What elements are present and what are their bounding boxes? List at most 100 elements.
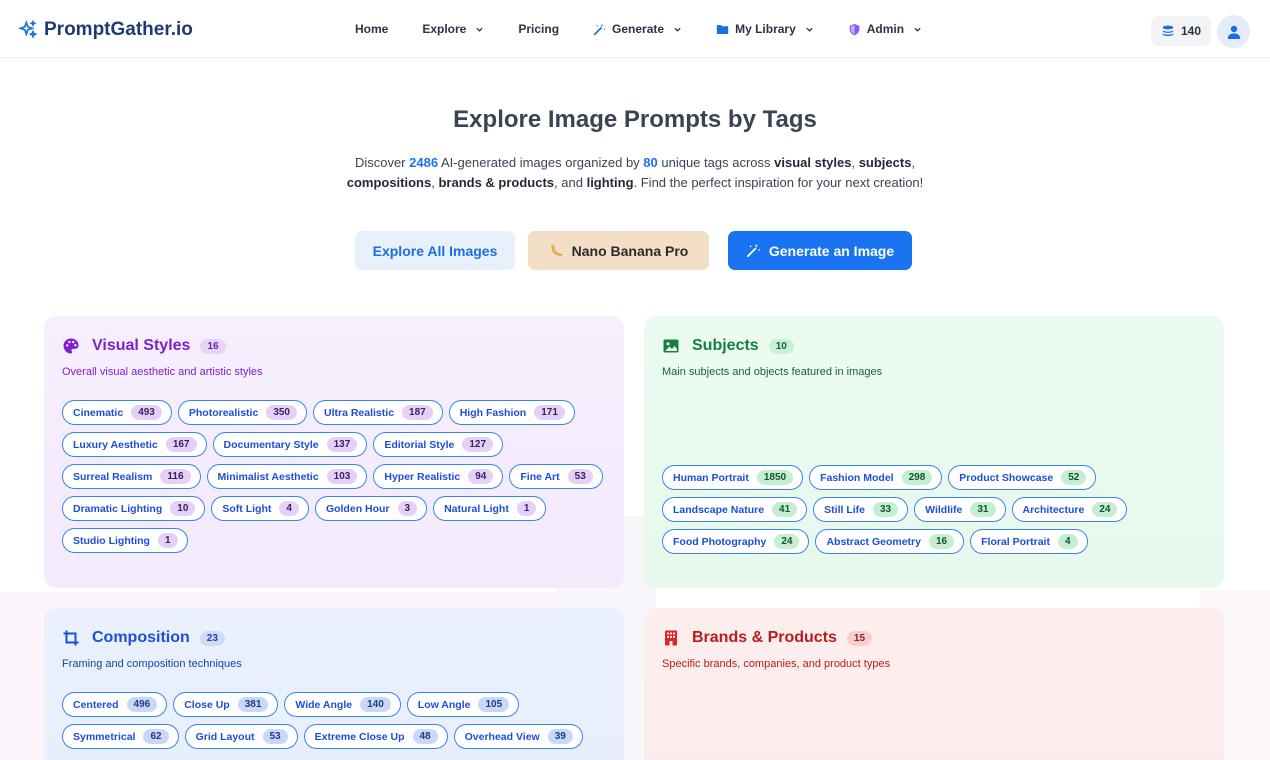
tag-count: 1	[157, 533, 178, 548]
tag-chip[interactable]: Symmetrical 62	[62, 724, 179, 749]
nav-home[interactable]: Home	[355, 22, 388, 36]
tag-chip[interactable]: Surreal Realism 116	[62, 464, 201, 489]
tag-chip[interactable]: Dramatic Lighting 10	[62, 496, 206, 521]
tag-count: 350	[266, 405, 297, 420]
nano-banana-pro-button[interactable]: Nano Banana Pro	[528, 231, 709, 270]
tag-count: 53	[567, 469, 593, 484]
tag-count: 24	[774, 534, 800, 549]
tag-list: Human Portrait 1850 Fashion Model 298 Prod…	[662, 465, 1162, 554]
shield-icon	[849, 23, 860, 35]
tag-count: 1850	[756, 470, 794, 485]
tag-chip[interactable]: Abstract Geometry 16	[815, 529, 965, 554]
tag-chip[interactable]: Close Up 381	[173, 692, 279, 717]
tag-chip[interactable]: Editorial Style 127	[373, 432, 504, 457]
category-header: Brands & Products 15	[662, 629, 873, 647]
tag-count: 1	[516, 501, 537, 516]
palette-icon	[63, 338, 79, 354]
category-card-subjects: Subjects 10 Main subjects and objects fe…	[644, 316, 1224, 588]
tag-label: Food Photography	[673, 535, 767, 548]
tag-chip[interactable]: High Fashion 171	[448, 400, 575, 425]
tag-chip[interactable]: Centered 496	[62, 692, 168, 717]
tag-chip[interactable]: Hyper Realistic 94	[373, 464, 504, 489]
tag-chip[interactable]: Studio Lighting 1	[62, 528, 188, 553]
nav-explore[interactable]: Explore	[422, 22, 484, 36]
tag-chip[interactable]: Documentary Style 137	[212, 432, 368, 457]
tag-chip[interactable]: Cinematic 493	[62, 400, 172, 425]
tag-chip[interactable]: Fine Art 53	[509, 464, 603, 489]
category-header: Visual Styles 16	[62, 337, 226, 355]
category-description: Framing and composition techniques	[62, 658, 242, 670]
tag-chip[interactable]: Wide Angle 140	[284, 692, 401, 717]
tag-label: Close Up	[184, 698, 230, 711]
tag-chip[interactable]: Grid Layout 53	[184, 724, 298, 749]
category-count-badge: 23	[199, 630, 225, 646]
user-avatar-button[interactable]	[1217, 15, 1250, 48]
category-card-composition: Composition 23 Framing and composition t…	[44, 608, 624, 760]
crop-icon	[63, 630, 79, 646]
tag-label: Cinematic	[73, 406, 124, 419]
tag-chip[interactable]: Still Life 33	[813, 497, 909, 522]
tag-count: 52	[1061, 470, 1087, 485]
tag-chip[interactable]: Ultra Realistic 187	[313, 400, 443, 425]
tag-label: Natural Light	[444, 502, 509, 515]
generate-image-label: Generate an Image	[768, 242, 895, 259]
nav-generate[interactable]: Generate	[593, 22, 682, 36]
nav-my-library[interactable]: My Library	[716, 22, 814, 36]
tag-label: Abstract Geometry	[826, 535, 921, 548]
nav-pricing[interactable]: Pricing	[518, 22, 559, 36]
tag-label: Overhead View	[464, 730, 540, 743]
tag-chip[interactable]: Product Showcase 52	[948, 465, 1097, 490]
tag-chip[interactable]: Floral Portrait 4	[970, 529, 1088, 554]
tag-chip[interactable]: Low Angle 105	[406, 692, 520, 717]
tag-chip[interactable]: Soft Light 4	[211, 496, 309, 521]
tag-count: 48	[412, 729, 438, 744]
tag-chip[interactable]: Architecture 24	[1011, 497, 1128, 522]
chevron-down-icon	[806, 27, 813, 32]
tag-chip[interactable]: Golden Hour 3	[314, 496, 428, 521]
tag-count: 137	[326, 437, 358, 452]
banana-icon	[551, 245, 563, 256]
category-title: Visual Styles	[92, 337, 191, 354]
tag-count: 41	[772, 502, 798, 517]
tag-chip[interactable]: Fashion Model 298	[809, 465, 943, 490]
site-logo[interactable]: PromptGather.io	[18, 19, 193, 41]
images-count: 2486	[409, 155, 439, 170]
tag-chip[interactable]: Human Portrait 1850	[662, 465, 804, 490]
chevron-down-icon	[674, 27, 681, 32]
credits-badge[interactable]: 140	[1151, 16, 1211, 46]
explore-all-images-label: Explore All Images	[372, 242, 498, 259]
tag-chip[interactable]: Landscape Nature 41	[662, 497, 808, 522]
category-title: Composition	[92, 629, 190, 646]
tag-count: 171	[534, 405, 565, 420]
nav-pricing-label: Pricing	[518, 22, 560, 36]
tag-count: 187	[402, 405, 433, 420]
generate-image-button[interactable]: Generate an Image	[728, 231, 912, 270]
tag-chip[interactable]: Photorealistic 350	[177, 400, 307, 425]
tag-chip[interactable]: Minimalist Aesthetic 103	[206, 464, 368, 489]
nav-explore-label: Explore	[422, 22, 467, 36]
tag-count: 116	[160, 469, 191, 484]
tag-label: Documentary Style	[223, 438, 319, 451]
nav-admin[interactable]: Admin	[848, 22, 922, 36]
tag-count: 298	[901, 470, 933, 485]
user-icon	[1227, 25, 1240, 39]
tag-label: Wildlife	[925, 503, 963, 516]
tag-count: 94	[468, 469, 494, 484]
category-description: Overall visual aesthetic and artistic st…	[62, 366, 263, 378]
tag-chip[interactable]: Luxury Aesthetic 167	[62, 432, 207, 457]
tag-label: Soft Light	[222, 502, 272, 515]
category-card-visual-styles: Visual Styles 16 Overall visual aestheti…	[44, 316, 624, 588]
tag-chip[interactable]: Food Photography 24	[662, 529, 810, 554]
tag-chip[interactable]: Wildlife 31	[914, 497, 1006, 522]
tag-label: Floral Portrait	[981, 535, 1050, 548]
tag-chip[interactable]: Overhead View 39	[453, 724, 583, 749]
category-card-brands-products: Brands & Products 15 Specific brands, co…	[644, 608, 1224, 760]
nav-generate-label: Generate	[612, 22, 665, 36]
tag-chip[interactable]: Extreme Close Up 48	[303, 724, 448, 749]
tag-chip[interactable]: Natural Light 1	[433, 496, 547, 521]
top-navbar: PromptGather.io Home Explore Pricing Gen…	[0, 0, 1270, 58]
magic-wand-icon	[746, 243, 761, 258]
explore-all-images-button[interactable]: Explore All Images	[355, 231, 515, 270]
tag-count: 3	[397, 501, 418, 516]
tag-label: Golden Hour	[325, 502, 390, 515]
